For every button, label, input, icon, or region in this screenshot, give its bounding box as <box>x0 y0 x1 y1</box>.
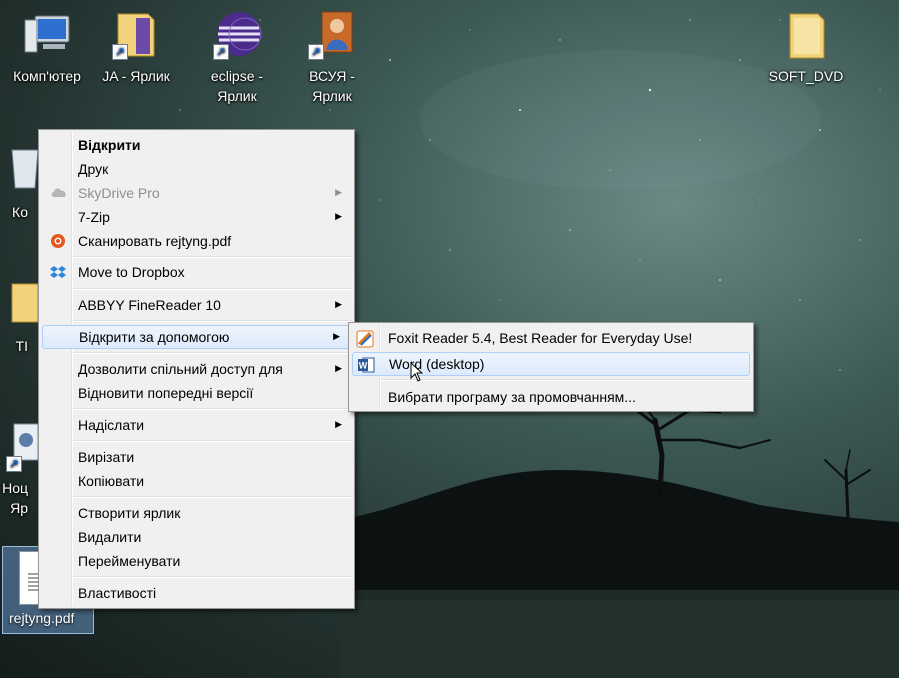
mouse-cursor-icon <box>410 362 424 382</box>
menu-item-label: Move to Dropbox <box>78 264 185 280</box>
menu-item-label: Вирізати <box>78 449 135 465</box>
menu-item-label: SkyDrive Pro <box>78 185 160 201</box>
desktop-icon-label: JA - Ярлик <box>102 68 170 84</box>
submenu-arrow-icon: ▶ <box>335 419 342 429</box>
eclipse-icon: ↗ <box>209 6 265 62</box>
desktop-icon-label: SOFT_DVD <box>768 68 844 84</box>
menu-separator <box>73 352 352 354</box>
user-icon: ↗ <box>304 6 360 62</box>
menu-separator <box>381 379 751 381</box>
menu-item-restore-previous-versions[interactable]: Відновити попередні версії <box>41 382 352 404</box>
folder-icon: ↗ <box>108 6 164 62</box>
menu-item-label: Відкрити за допомогою <box>79 329 230 345</box>
menu-item-rename[interactable]: Перейменувати <box>41 550 352 572</box>
menu-item-label: Сканировать rejtyng.pdf <box>78 233 232 249</box>
desktop-icon-computer[interactable]: Комп'ютер <box>3 0 91 86</box>
desktop-icon-soft-dvd[interactable]: SOFT_DVD <box>762 0 850 86</box>
menu-item-label: Дозволити спільний доступ для <box>78 361 283 377</box>
menu-item-label: Foxit Reader 5.4, Best Reader for Everyd… <box>388 330 693 346</box>
submenu-item-foxit-reader[interactable]: Foxit Reader 5.4, Best Reader for Everyd… <box>351 327 751 349</box>
menu-item-label: Створити ярлик <box>78 505 181 521</box>
menu-separator <box>73 256 352 258</box>
menu-separator <box>73 576 352 578</box>
menu-item-print[interactable]: Друк <box>41 158 352 180</box>
desktop-icon-ja-shortcut[interactable]: ↗ JA - Ярлик <box>92 0 180 86</box>
menu-item-open[interactable]: Відкрити <box>41 134 352 156</box>
menu-separator <box>73 288 352 290</box>
submenu-arrow-icon: ▶ <box>335 187 342 197</box>
menu-item-share-with[interactable]: Дозволити спільний доступ для ▶ <box>41 358 352 380</box>
context-menu: Відкрити Друк SkyDrive Pro ▶ 7-Zip ▶ Ска… <box>38 129 355 609</box>
menu-item-abbyy-finereader[interactable]: ABBYY FineReader 10 ▶ <box>41 294 352 316</box>
menu-item-copy[interactable]: Копіювати <box>41 470 352 492</box>
menu-item-skydrive-pro[interactable]: SkyDrive Pro ▶ <box>41 182 352 204</box>
menu-item-send-to[interactable]: Надіслати ▶ <box>41 414 352 436</box>
menu-separator <box>73 320 352 322</box>
open-with-submenu: Foxit Reader 5.4, Best Reader for Everyd… <box>348 322 754 412</box>
shortcut-arrow-icon: ↗ <box>112 44 128 60</box>
menu-item-open-with[interactable]: Відкрити за допомогою ▶ <box>42 325 351 349</box>
menu-item-label: Надіслати <box>78 417 145 433</box>
menu-item-label: Відновити попередні версії <box>78 385 254 401</box>
menu-item-7zip[interactable]: 7-Zip ▶ <box>41 206 352 228</box>
menu-item-label: Видалити <box>78 529 142 545</box>
shortcut-arrow-icon: ↗ <box>6 456 22 472</box>
menu-item-label: Вибрати програму за промовчанням... <box>388 389 636 405</box>
cloud-icon <box>50 185 66 201</box>
menu-item-label: Word (desktop) <box>389 356 485 372</box>
foxit-icon <box>356 330 374 348</box>
folder-icon <box>778 6 834 62</box>
desktop-icon-label: eclipse - Ярлик <box>210 68 264 104</box>
menu-separator <box>73 408 352 410</box>
antivirus-icon <box>50 233 66 249</box>
submenu-arrow-icon: ▶ <box>335 211 342 221</box>
svg-text:W: W <box>359 361 368 371</box>
submenu-arrow-icon: ▶ <box>335 363 342 373</box>
menu-item-properties[interactable]: Властивості <box>41 582 352 604</box>
menu-item-label: Друк <box>78 161 109 177</box>
shortcut-arrow-icon: ↗ <box>308 44 324 60</box>
menu-item-label: 7-Zip <box>78 209 110 225</box>
menu-item-label: Властивості <box>78 585 157 601</box>
menu-item-label: Перейменувати <box>78 553 181 569</box>
word-icon: W <box>357 356 375 373</box>
desktop-icon-vsuya-shortcut[interactable]: ↗ ВСУЯ - Ярлик <box>288 0 376 106</box>
menu-item-create-shortcut[interactable]: Створити ярлик <box>41 502 352 524</box>
menu-item-label: Копіювати <box>78 473 145 489</box>
shortcut-arrow-icon: ↗ <box>213 44 229 60</box>
menu-item-label: Відкрити <box>78 137 141 153</box>
menu-separator <box>73 440 352 442</box>
desktop-icon-label: rejtyng.pdf <box>9 610 75 626</box>
desktop-icon-label: Комп'ютер <box>13 68 81 84</box>
menu-item-label: ABBYY FineReader 10 <box>78 297 221 313</box>
menu-item-move-to-dropbox[interactable]: Move to Dropbox <box>41 261 352 283</box>
menu-item-scan-antivirus[interactable]: Сканировать rejtyng.pdf <box>41 230 352 252</box>
submenu-arrow-icon: ▶ <box>333 331 340 341</box>
menu-item-cut[interactable]: Вирізати <box>41 446 352 468</box>
desktop-icon-label: ВСУЯ - Ярлик <box>309 68 355 104</box>
desktop-icon-eclipse-shortcut[interactable]: ↗ eclipse - Ярлик <box>193 0 281 106</box>
menu-item-delete[interactable]: Видалити <box>41 526 352 548</box>
menu-separator <box>73 496 352 498</box>
submenu-item-choose-default-program[interactable]: Вибрати програму за промовчанням... <box>351 386 751 408</box>
dropbox-icon <box>50 264 66 280</box>
computer-icon <box>19 6 75 62</box>
submenu-arrow-icon: ▶ <box>335 299 342 309</box>
